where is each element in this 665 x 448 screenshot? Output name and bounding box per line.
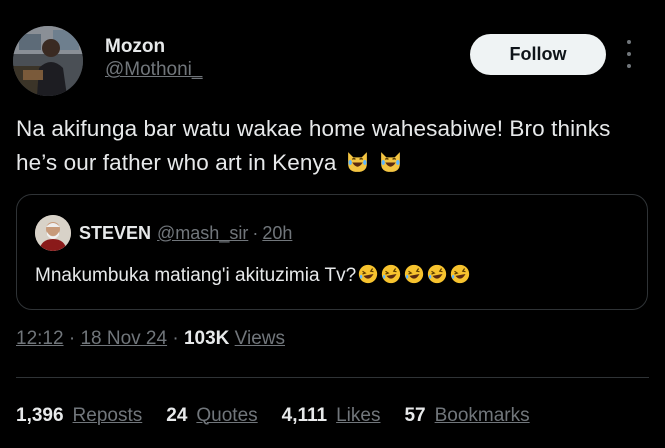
views-count: 103K bbox=[183, 328, 230, 349]
more-options-icon[interactable] bbox=[625, 40, 633, 68]
quoted-author-avatar[interactable] bbox=[35, 215, 71, 251]
reposts-label[interactable]: Reposts bbox=[73, 405, 143, 427]
tweet-date[interactable]: 18 Nov 24 bbox=[80, 328, 167, 349]
rolling-laughing-emoji bbox=[404, 264, 424, 284]
rolling-laughing-emoji bbox=[358, 264, 378, 284]
quoted-tweet-text: Mnakumbuka matiang'i akituzimia Tv? bbox=[35, 265, 357, 286]
author-handle[interactable]: @Mothoni_ bbox=[105, 58, 202, 82]
views-label[interactable]: Views bbox=[235, 328, 285, 349]
quotes-label[interactable]: Quotes bbox=[196, 405, 257, 427]
bookmarks-count: 57 bbox=[404, 405, 426, 426]
laughing-cat-emoji bbox=[381, 152, 401, 172]
author-display-name[interactable]: Mozon bbox=[105, 36, 202, 58]
laughing-cat-emoji bbox=[347, 152, 367, 172]
tweet-text: Na akifunga bar watu wakae home wahesabi… bbox=[16, 116, 611, 175]
tweet-body: Na akifunga bar watu wakae home wahesabi… bbox=[16, 112, 636, 180]
author-avatar[interactable] bbox=[13, 26, 83, 96]
follow-button[interactable]: Follow bbox=[470, 34, 606, 75]
reposts-stat[interactable]: 1,396 Reposts bbox=[16, 405, 142, 427]
meta-separator: · bbox=[68, 328, 76, 349]
tweet-header: Mozon @Mothoni_ Follow bbox=[13, 24, 649, 100]
engagement-stats: 1,396 Reposts 24 Quotes 4,111 Likes 57 B… bbox=[16, 405, 554, 427]
quotes-stat[interactable]: 24 Quotes bbox=[166, 405, 257, 427]
likes-label[interactable]: Likes bbox=[336, 405, 380, 427]
quoted-separator: · bbox=[252, 222, 259, 243]
likes-stat[interactable]: 4,111 Likes bbox=[282, 405, 381, 427]
quoted-tweet-body: Mnakumbuka matiang'i akituzimia Tv? bbox=[35, 263, 471, 287]
bookmarks-label[interactable]: Bookmarks bbox=[435, 405, 530, 427]
rolling-laughing-emoji bbox=[450, 264, 470, 284]
quotes-count: 24 bbox=[166, 405, 188, 426]
tweet-time[interactable]: 12:12 bbox=[16, 328, 64, 349]
divider bbox=[16, 377, 649, 378]
meta-separator: · bbox=[172, 328, 179, 349]
rolling-laughing-emoji bbox=[381, 264, 401, 284]
likes-count: 4,111 bbox=[281, 405, 328, 426]
quoted-timestamp[interactable]: 20h bbox=[262, 223, 292, 244]
reposts-count: 1,396 bbox=[16, 405, 64, 426]
quoted-author-handle[interactable]: @mash_sir bbox=[157, 223, 248, 244]
quoted-tweet[interactable]: STEVEN @mash_sir · 20h Mnakumbuka matian… bbox=[16, 194, 648, 310]
tweet-meta: 12:12 · 18 Nov 24 · 103K Views bbox=[16, 328, 285, 350]
rolling-laughing-emoji bbox=[427, 264, 447, 284]
bookmarks-stat[interactable]: 57 Bookmarks bbox=[404, 405, 529, 427]
quoted-author-name[interactable]: STEVEN bbox=[79, 223, 151, 244]
